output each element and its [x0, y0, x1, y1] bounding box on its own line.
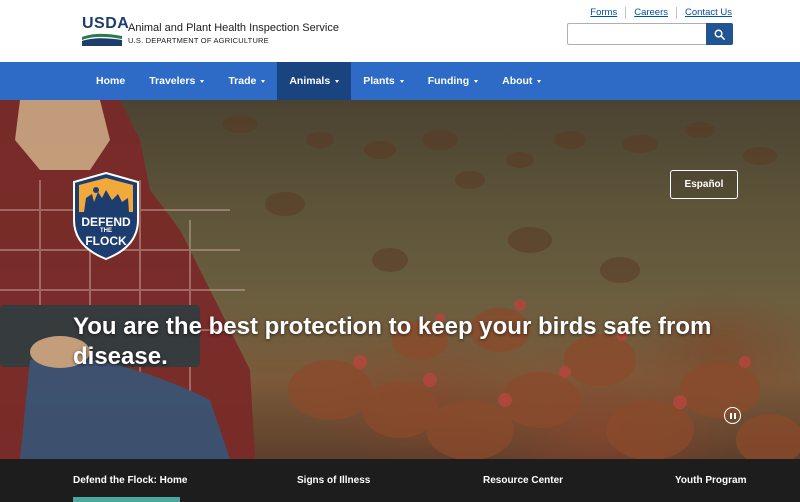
site-header: USDA Animal and Plant Health Inspection …	[0, 0, 800, 62]
hero-banner: DEFEND THE FLOCK Español You are the bes…	[0, 100, 800, 459]
nav-item-label: Funding	[427, 75, 470, 87]
nav-item-trade[interactable]: Trade	[216, 62, 277, 100]
badge-line-flock: FLOCK	[85, 234, 127, 248]
search-button[interactable]	[706, 23, 733, 45]
forms-link[interactable]: Forms	[582, 7, 625, 19]
tab-defend-the-flock-home[interactable]: Defend the Flock: Home	[73, 459, 187, 502]
defend-the-flock-badge: DEFEND THE FLOCK	[72, 171, 140, 261]
search-input[interactable]	[567, 23, 706, 45]
search-form	[567, 23, 733, 45]
espanol-button[interactable]: Español	[670, 170, 738, 199]
nav-item-label: Trade	[228, 75, 257, 87]
pause-icon[interactable]	[724, 407, 741, 424]
hero-background-image	[0, 100, 800, 459]
pause-bar	[733, 412, 736, 419]
pause-bar	[729, 412, 732, 419]
department-name: U.S. DEPARTMENT OF AGRICULTURE	[128, 36, 269, 45]
nav-item-label: Home	[96, 75, 126, 87]
agency-title[interactable]: Animal and Plant Health Inspection Servi…	[128, 22, 339, 47]
farmer-figure	[0, 100, 255, 459]
nav-item-label: Plants	[363, 75, 395, 87]
nav-item-label: About	[502, 75, 533, 87]
utility-links: Forms Careers Contact Us	[582, 7, 732, 19]
caret-down-icon	[261, 79, 266, 83]
nav-item-funding[interactable]: Funding	[416, 62, 490, 100]
search-icon	[714, 29, 725, 40]
active-tab-indicator	[73, 497, 180, 502]
nav-item-home[interactable]: Home	[84, 62, 137, 100]
usda-hills-icon	[82, 33, 122, 46]
nav-item-label: Travelers	[149, 75, 196, 87]
usda-logo-text: USDA	[82, 15, 130, 32]
contact-us-link[interactable]: Contact Us	[676, 7, 732, 19]
main-nav: Home Travelers Trade Animals Plants Fund…	[0, 62, 800, 100]
tab-resource-center[interactable]: Resource Center	[483, 459, 563, 502]
usda-logo[interactable]: USDA	[82, 16, 129, 46]
nav-item-travelers[interactable]: Travelers	[137, 62, 216, 100]
nav-item-about[interactable]: About	[490, 62, 553, 100]
nav-item-animals[interactable]: Animals	[277, 62, 352, 100]
careers-link[interactable]: Careers	[625, 7, 676, 19]
caret-down-icon	[474, 79, 479, 83]
caret-down-icon	[200, 79, 205, 83]
section-tabs: Defend the Flock: Home Signs of Illness …	[0, 459, 800, 502]
hero-headline: You are the best protection to keep your…	[73, 313, 712, 370]
tab-youth-program[interactable]: Youth Program	[675, 459, 746, 502]
nav-item-label: Animals	[289, 75, 331, 87]
nav-item-plants[interactable]: Plants	[351, 62, 416, 100]
caret-down-icon	[399, 79, 404, 83]
caret-down-icon	[537, 79, 542, 83]
caret-down-icon	[335, 79, 340, 83]
badge-line-defend: DEFEND	[81, 215, 131, 229]
tab-signs-of-illness[interactable]: Signs of Illness	[297, 459, 370, 502]
agency-name: Animal and Plant Health Inspection Servi…	[128, 22, 339, 34]
